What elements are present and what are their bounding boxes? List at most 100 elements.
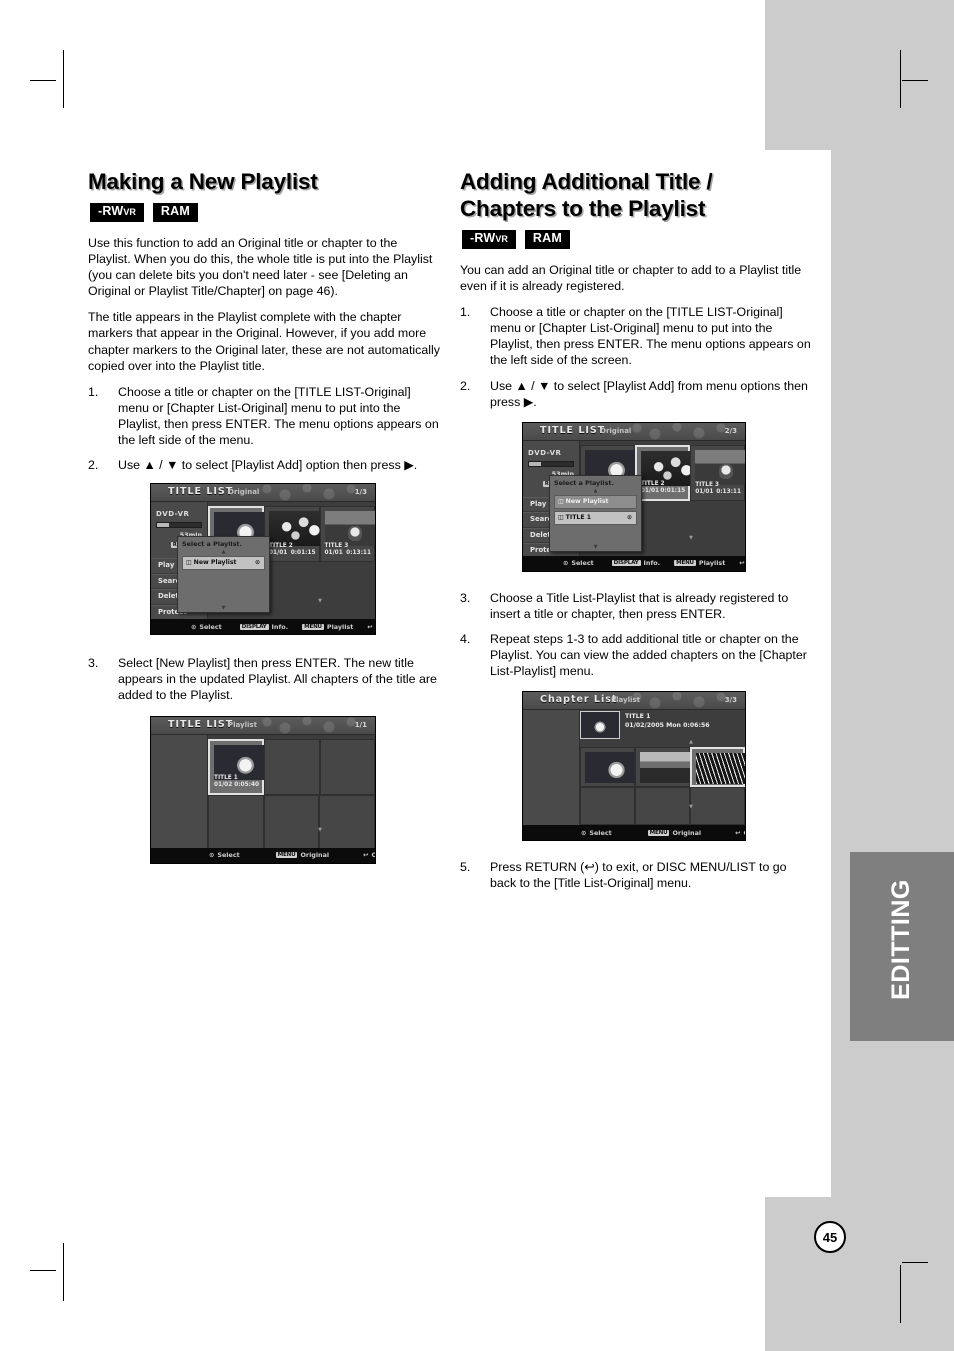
page-title-making-new-playlist: Making a New Playlist <box>88 169 318 194</box>
popup-scroll-up-icon[interactable]: ▲ <box>550 488 641 493</box>
title-time: 0:13:11 <box>716 488 741 495</box>
title-chapters: 01/01 <box>324 550 343 557</box>
page-number-badge: 45 <box>814 1221 846 1253</box>
popup-scroll-up-icon[interactable]: ▲ <box>178 550 269 555</box>
chapter-header-title: TITLE 1 <box>625 713 651 721</box>
title-cell[interactable]: TITLE 3 01/01 0:13:11 <box>690 444 745 501</box>
scroll-down-icon[interactable]: ▼ <box>637 535 745 541</box>
title-chapters: 01/02 <box>214 781 233 788</box>
chapter-cell[interactable] <box>580 747 648 788</box>
step-number: 3. <box>460 590 471 605</box>
chapter-cell-empty <box>580 787 635 826</box>
media-badges-right: -RWVR RAM <box>462 230 812 249</box>
bottombar-info: DISPLAY Info. <box>611 559 661 568</box>
bottombar-original: MENU Original <box>647 828 702 837</box>
scroll-up-icon[interactable]: ▲ <box>637 740 745 745</box>
screen-subtitle: Playlist <box>228 720 257 729</box>
step-number: 1. <box>460 305 471 320</box>
screen-bottom-bar: ⊙Select MENUOriginal ↩Close <box>151 847 375 863</box>
screenshot-title-list-original-1: TITLE LIST Original 1/3 DVD-VR 53min RWF… <box>150 483 376 636</box>
page-title-adding-additional: Adding Additional Title / Chapters to th… <box>460 169 713 221</box>
title-cell[interactable]: TITLE 2 01/01 0:01:15 <box>264 506 333 563</box>
return-icon: ↩ <box>367 622 373 631</box>
paragraph-intro-1: Use this function to add an Original tit… <box>88 236 433 299</box>
scroll-down-icon[interactable]: ▼ <box>265 599 375 604</box>
popup-scroll-down-icon[interactable]: ▼ <box>550 544 641 549</box>
title-cell[interactable]: TITLE 1 01/02 0:05:40 <box>208 738 277 795</box>
step-text: Choose a title or chapter on the [TITLE … <box>118 384 439 448</box>
title-time: 0:13:11 <box>346 550 371 557</box>
title-cell-empty <box>319 738 375 795</box>
display-key-icon: DISPLAY <box>611 560 641 567</box>
bottombar-close: ↩Close <box>367 622 375 631</box>
select-icon: ⊙ <box>191 622 197 631</box>
title-cell-empty <box>264 738 320 795</box>
step-text: Choose a title or chapter on the [TITLE … <box>490 305 811 368</box>
step-text: Select [New Playlist] then press ENTER. … <box>118 656 437 703</box>
title-time: 0:05:40 <box>234 781 260 788</box>
step-text: Repeat steps 1-3 to add additional title… <box>490 631 807 679</box>
step-number: 1. <box>88 384 99 399</box>
disc-name: DVD-VR <box>528 448 562 457</box>
title-time: 0:01:15 <box>290 550 316 557</box>
right-column: Adding Additional Title / Chapters to th… <box>460 168 812 900</box>
bottombar-select: ⊙ Select <box>209 851 240 859</box>
select-icon: ⊙ <box>563 559 569 568</box>
title-chapters: 01/01 <box>640 487 660 494</box>
screen-bottom-bar: ⊙Select DISPLAYInfo. MENUPlaylist ↩Close <box>151 619 375 635</box>
title-chapters: 01/01 <box>695 488 714 495</box>
bottombar-info: DISPLAY Info. <box>239 622 289 631</box>
disc-name: DVD-VR <box>156 510 190 519</box>
select-playlist-popup: Select a Playlist. ▲ ◫ New Playlist ⊙ ▼ <box>177 536 270 614</box>
screen-title: TITLE LIST <box>168 486 234 498</box>
screen-left-panel <box>523 710 580 826</box>
title-meta: TITLE 2 01/01 0:01:15 <box>269 543 315 557</box>
popup-item-new-playlist[interactable]: ◫ New Playlist ⊙ <box>182 556 265 571</box>
popup-item-title-1[interactable]: ◫ TITLE 1 ⊙ <box>554 510 637 525</box>
page-number-text: 45 <box>822 1229 838 1245</box>
step-text: Press RETURN (↩) to exit, or DISC MENU/L… <box>490 860 787 891</box>
badge-rw-vr: -RWVR <box>90 203 144 222</box>
screen-subtitle: Original <box>600 426 632 435</box>
step-text: Use ▲ / ▼ to select [Playlist Add] from … <box>490 378 808 409</box>
menu-key-icon: MENU <box>647 829 670 836</box>
chapter-thumbnail <box>695 753 745 785</box>
step-text: Use ▲ / ▼ to select [Playlist Add] optio… <box>118 458 418 473</box>
chapter-cell[interactable] <box>634 747 703 788</box>
select-playlist-popup: Select a Playlist. ▲ ◫ New Playlist ◫ TITL… <box>549 474 642 552</box>
title-name: TITLE 2 <box>640 480 665 487</box>
title-grid: ▲ TITLE 1 01/020:05:40 <box>208 735 375 851</box>
screen-page-indicator: 3/3 <box>724 696 737 705</box>
chapter-cell[interactable] <box>689 747 745 788</box>
left-column: Making a New Playlist -RWVR RAM Use this… <box>88 168 440 864</box>
step-item-2: 2. Use ▲ / ▼ to select [Playlist Add] fr… <box>460 378 812 410</box>
return-icon: ↩ <box>735 828 741 837</box>
step-item-3: 3. Select [New Playlist] then press ENTE… <box>88 655 440 703</box>
screen-page-indicator: 2/3 <box>724 426 737 435</box>
menu-key-icon: MENU <box>302 623 324 630</box>
title-time: 0:01:15 <box>660 487 686 494</box>
title-name: TITLE 3 <box>324 543 349 550</box>
title-cell-empty <box>208 794 264 851</box>
playlist-icon: ◫ <box>558 513 564 521</box>
bottombar-close: ↩Close <box>735 828 745 837</box>
popup-item-new-playlist[interactable]: ◫ New Playlist <box>554 494 637 509</box>
scroll-down-icon[interactable]: ▼ <box>265 827 375 833</box>
title-cell[interactable]: TITLE 3 01/01 0:13:11 <box>319 506 375 563</box>
step-item-1: 1. Choose a title or chapter on the [TIT… <box>460 304 812 368</box>
return-icon: ↩ <box>363 851 369 859</box>
popup-scroll-down-icon[interactable]: ▼ <box>178 606 269 611</box>
step-number: 5. <box>460 860 471 875</box>
screen-subtitle: Playlist <box>611 696 640 705</box>
title-cell[interactable]: TITLE 2 01/01 0:01:15 <box>634 444 704 501</box>
scroll-down-icon[interactable]: ▼ <box>637 805 745 810</box>
title-meta: TITLE 3 01/01 0:13:11 <box>695 482 741 496</box>
paragraph-intro-2: The title appears in the Playlist comple… <box>88 310 440 373</box>
screenshot-title-list-original-2: TITLE LIST Original 2/3 DVD-VR 53min RWF… <box>522 421 746 572</box>
media-badges-left: -RWVR RAM <box>90 203 440 222</box>
step-item-1: 1. Choose a title or chapter on the [TIT… <box>88 384 440 448</box>
section-tab-label: EDITTING <box>887 879 915 1000</box>
badge-rw-vr: -RWVR <box>462 230 516 249</box>
page-content: Making a New Playlist -RWVR RAM Use this… <box>0 0 954 1351</box>
display-key-icon: DISPLAY <box>239 623 269 630</box>
